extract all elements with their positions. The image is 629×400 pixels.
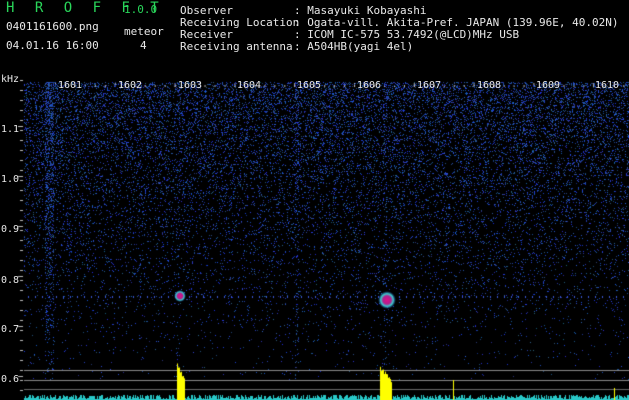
meteor-count: 4 xyxy=(140,39,147,52)
antenna-value: : A504HB(yagi 4el) xyxy=(294,40,414,53)
meteor-label: meteor xyxy=(124,25,164,38)
x-tick-1602: 1602 xyxy=(118,80,143,91)
y-tick-0.9: 0.9 xyxy=(1,224,20,235)
x-tick-1604: 1604 xyxy=(237,80,262,91)
antenna-label: Receiving antenna xyxy=(180,40,293,53)
x-tick-1605: 1605 xyxy=(297,80,322,91)
y-axis-unit: kHz xyxy=(1,74,20,85)
y-tick-1.0: 1.0 xyxy=(1,174,20,185)
x-tick-1603: 1603 xyxy=(178,80,203,91)
x-tick-1601: 1601 xyxy=(58,80,83,91)
x-tick-1607: 1607 xyxy=(417,80,442,91)
x-tick-1610: 1610 xyxy=(595,80,620,91)
file-name: 0401161600.png xyxy=(6,20,99,33)
y-tick-1.1: 1.1 xyxy=(1,124,20,135)
header-panel: H R O F F T 1.0.0 0401161600.png meteor … xyxy=(0,0,629,70)
y-tick-0.7: 0.7 xyxy=(1,324,20,335)
x-tick-1606: 1606 xyxy=(357,80,382,91)
x-tick-1608: 1608 xyxy=(477,80,502,91)
y-tick-0.8: 0.8 xyxy=(1,275,20,286)
timestamp: 04.01.16 16:00 xyxy=(6,39,99,52)
x-tick-1609: 1609 xyxy=(536,80,561,91)
spectrogram xyxy=(0,70,629,400)
app-version: 1.0.0 xyxy=(124,3,158,16)
y-tick-0.6: 0.6 xyxy=(1,374,20,385)
